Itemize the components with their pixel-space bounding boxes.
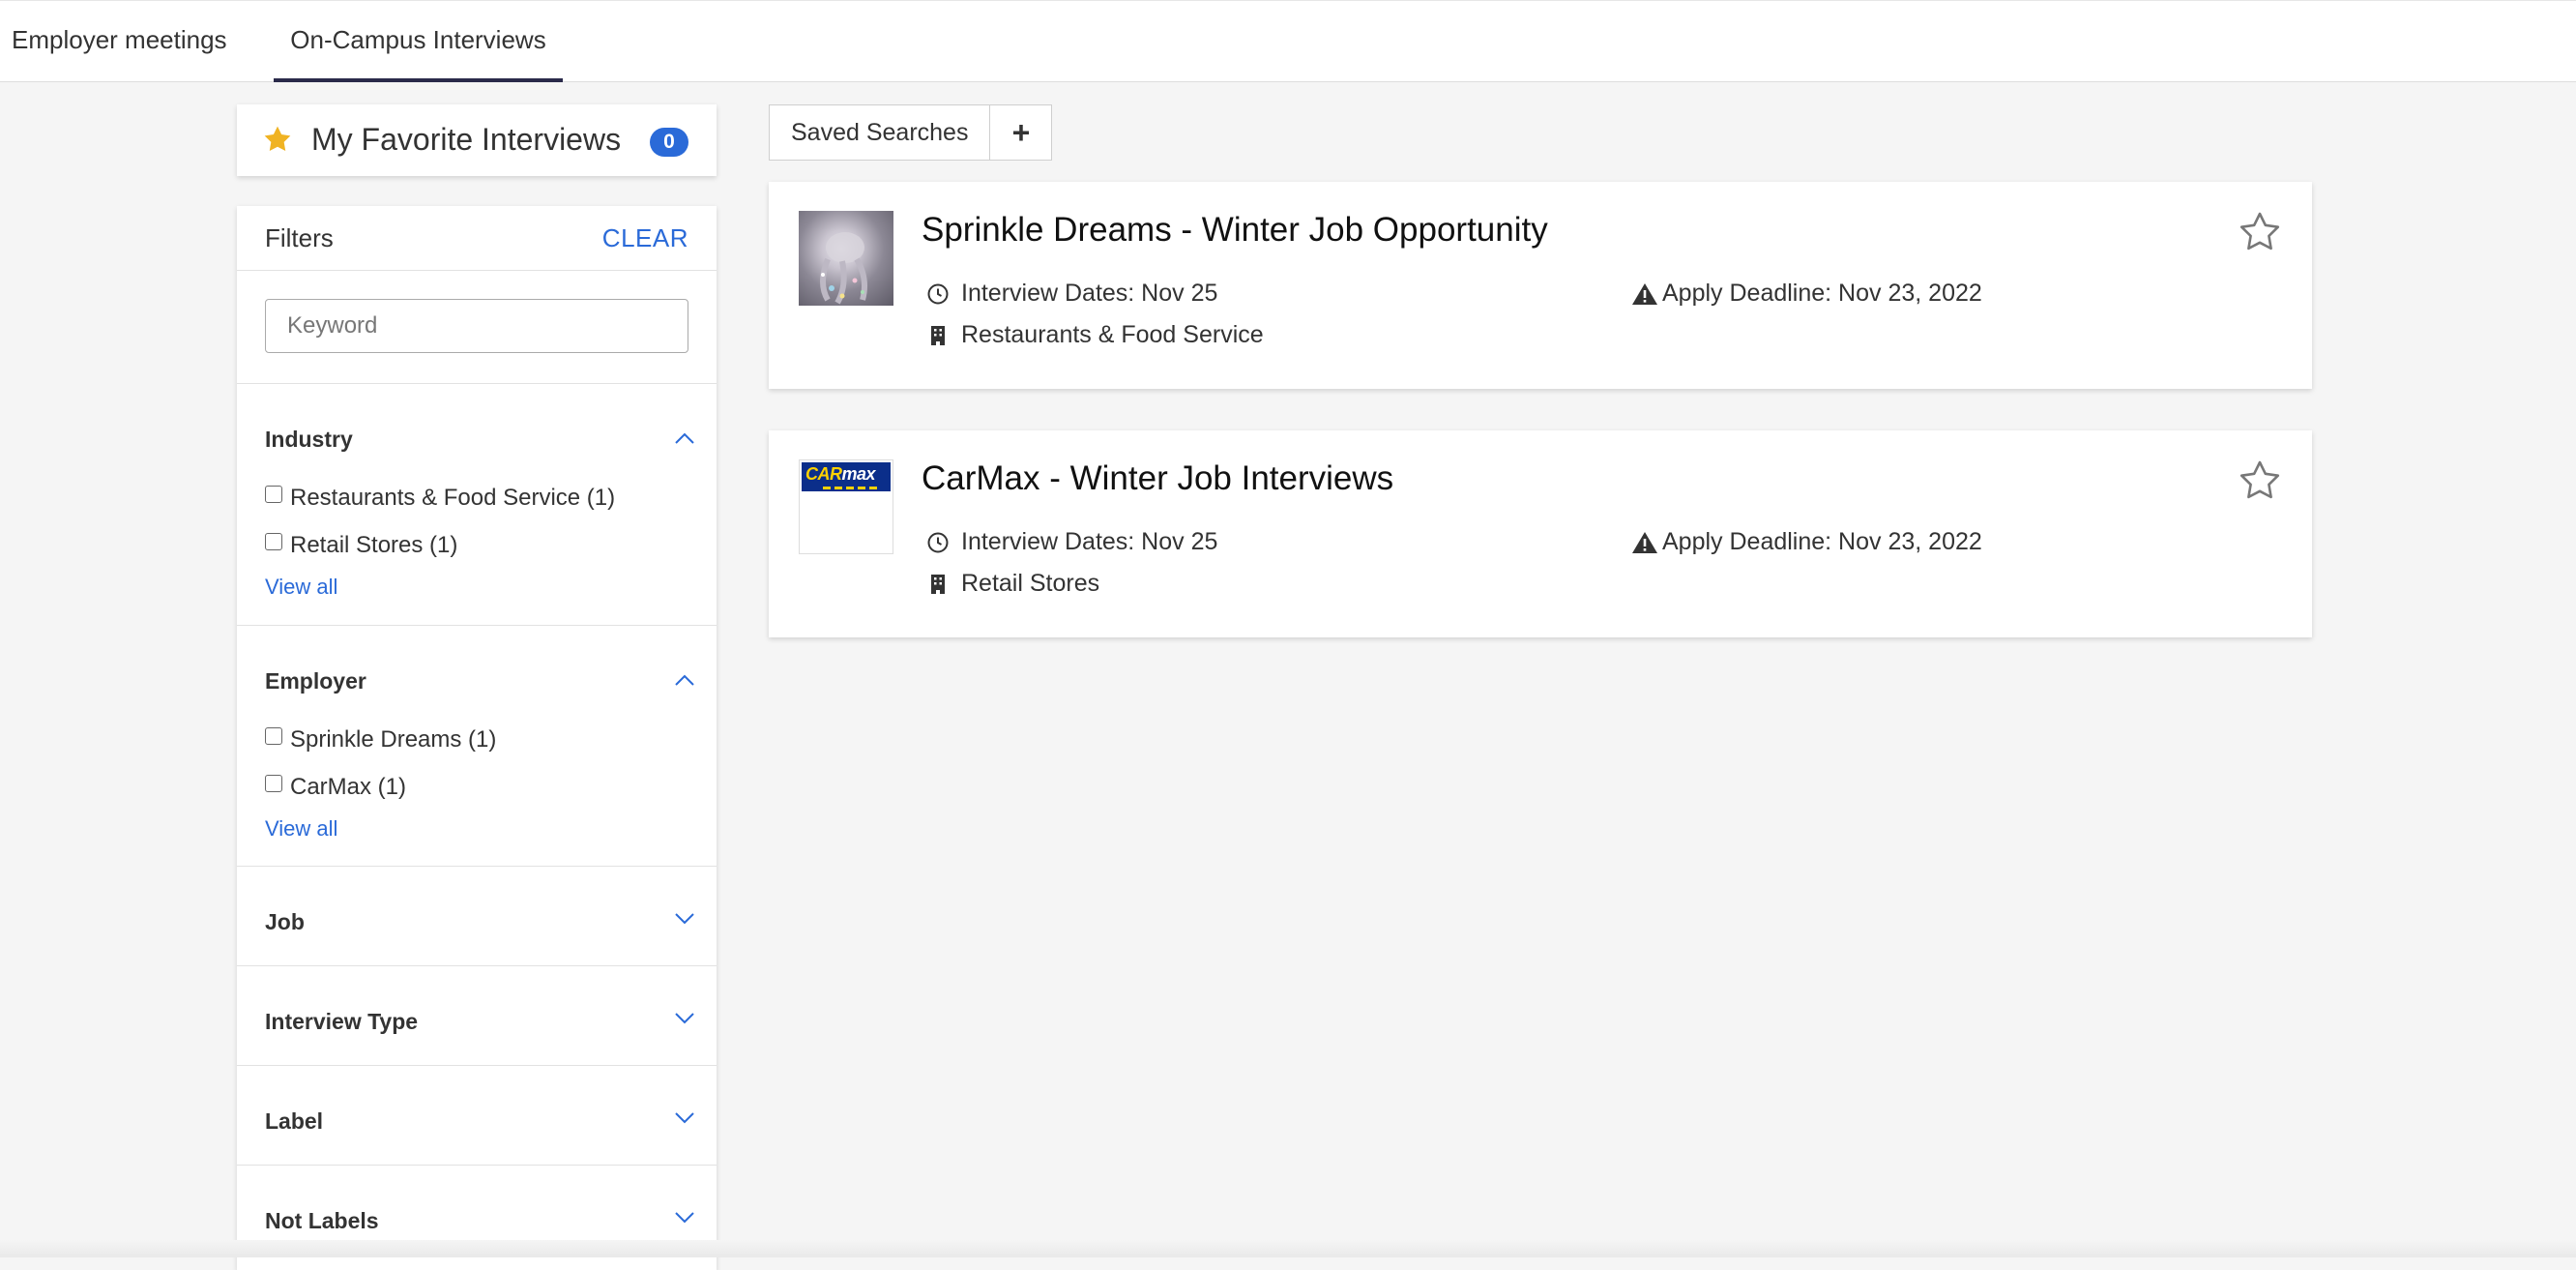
tab-on-campus-interviews[interactable]: On-Campus Interviews xyxy=(274,1,563,82)
clear-filters-button[interactable]: CLEAR xyxy=(602,223,688,253)
job-title-link[interactable]: Sprinkle Dreams - Winter Job Opportunity xyxy=(922,211,1548,250)
label-facet[interactable]: Label xyxy=(237,1065,717,1166)
interview-dates: Interview Dates: Nov 25 xyxy=(926,280,1217,308)
checkbox[interactable] xyxy=(265,486,282,503)
saved-searches-toolbar: Saved Searches + xyxy=(769,104,1053,161)
employer-facet-title[interactable]: Employer xyxy=(265,668,366,694)
chevron-down-icon[interactable] xyxy=(674,1211,695,1225)
chevron-up-icon[interactable] xyxy=(674,673,695,687)
label-facet-title[interactable]: Label xyxy=(265,1108,323,1135)
job-facet-title[interactable]: Job xyxy=(265,909,305,935)
employer-option-sprinkle-dreams[interactable]: Sprinkle Dreams (1) xyxy=(265,726,496,753)
apply-deadline: Apply Deadline: Nov 23, 2022 xyxy=(1631,280,1982,308)
option-label: CarMax (1) xyxy=(290,774,407,800)
industry-text: Restaurants & Food Service xyxy=(961,321,1264,348)
option-label: Restaurants & Food Service (1) xyxy=(290,485,616,511)
filters-panel: Filters CLEAR Industry Restaurants & Foo… xyxy=(237,206,717,1270)
building-icon xyxy=(931,325,945,345)
industry-option-restaurants[interactable]: Restaurants & Food Service (1) xyxy=(265,485,615,512)
clock-icon xyxy=(927,532,949,552)
not-labels-facet-title[interactable]: Not Labels xyxy=(265,1208,379,1234)
job-card[interactable]: Sprinkle Dreams - Winter Job Opportunity… xyxy=(769,182,2312,389)
chevron-up-icon[interactable] xyxy=(674,431,695,445)
employer-option-carmax[interactable]: CarMax (1) xyxy=(265,774,406,801)
filters-title: Filters xyxy=(265,223,334,252)
interview-type-facet[interactable]: Interview Type xyxy=(237,965,717,1066)
industry-facet: Industry Restaurants & Food Service (1) … xyxy=(237,383,717,626)
interview-dates-text: Interview Dates: Nov 25 xyxy=(961,528,1218,555)
sprinkle-logo-image xyxy=(820,232,867,305)
bottom-shade xyxy=(0,1240,2576,1257)
tab-employer-meetings[interactable]: Employer meetings xyxy=(12,1,227,82)
employer-view-all-link[interactable]: View all xyxy=(265,816,337,842)
interview-dates: Interview Dates: Nov 25 xyxy=(926,528,1217,556)
clock-icon xyxy=(927,283,949,304)
option-label: Sprinkle Dreams (1) xyxy=(290,726,497,753)
interview-dates-text: Interview Dates: Nov 25 xyxy=(961,280,1218,307)
carmax-logo: CARmax xyxy=(802,462,891,491)
employer-logo: CARmax xyxy=(799,459,893,554)
star-outline-icon[interactable] xyxy=(2237,209,2283,255)
apply-deadline-text: Apply Deadline: Nov 23, 2022 xyxy=(1662,280,1982,307)
industry-text: Retail Stores xyxy=(961,570,1100,597)
favorite-interviews-card[interactable]: My Favorite Interviews 0 xyxy=(237,104,717,176)
option-label: Retail Stores (1) xyxy=(290,532,458,558)
apply-deadline-text: Apply Deadline: Nov 23, 2022 xyxy=(1662,528,1982,555)
industry: Retail Stores xyxy=(926,570,1099,598)
add-saved-search-button[interactable]: + xyxy=(990,104,1053,161)
building-icon xyxy=(931,574,945,594)
industry-view-all-link[interactable]: View all xyxy=(265,575,337,600)
checkbox[interactable] xyxy=(265,727,282,745)
chevron-down-icon[interactable] xyxy=(674,1111,695,1125)
apply-deadline: Apply Deadline: Nov 23, 2022 xyxy=(1631,528,1982,556)
interview-type-facet-title[interactable]: Interview Type xyxy=(265,1009,418,1035)
saved-searches-button[interactable]: Saved Searches xyxy=(769,104,991,161)
favorites-count-badge: 0 xyxy=(650,128,688,157)
filters-header: Filters CLEAR xyxy=(237,206,717,271)
warning-icon xyxy=(1632,531,1657,553)
employer-facet: Employer Sprinkle Dreams (1) CarMax (1) … xyxy=(237,625,717,867)
industry-facet-title[interactable]: Industry xyxy=(265,427,353,453)
warning-icon xyxy=(1632,282,1657,305)
industry: Restaurants & Food Service xyxy=(926,321,1264,349)
star-outline-icon[interactable] xyxy=(2237,458,2283,504)
favorite-interviews-title: My Favorite Interviews xyxy=(311,122,622,157)
top-nav: Employer meetings On-Campus Interviews xyxy=(0,0,2576,82)
keyword-section xyxy=(237,270,717,384)
keyword-input[interactable] xyxy=(265,299,688,353)
job-card[interactable]: CARmax CarMax - Winter Job Interviews In… xyxy=(769,430,2312,637)
job-facet[interactable]: Job xyxy=(237,866,717,966)
chevron-down-icon[interactable] xyxy=(674,1012,695,1025)
star-filled-icon xyxy=(264,126,291,152)
job-title-link[interactable]: CarMax - Winter Job Interviews xyxy=(922,459,1393,498)
checkbox[interactable] xyxy=(265,775,282,792)
employer-logo xyxy=(799,211,893,306)
checkbox[interactable] xyxy=(265,533,282,550)
chevron-down-icon[interactable] xyxy=(674,912,695,926)
industry-option-retail[interactable]: Retail Stores (1) xyxy=(265,532,457,559)
